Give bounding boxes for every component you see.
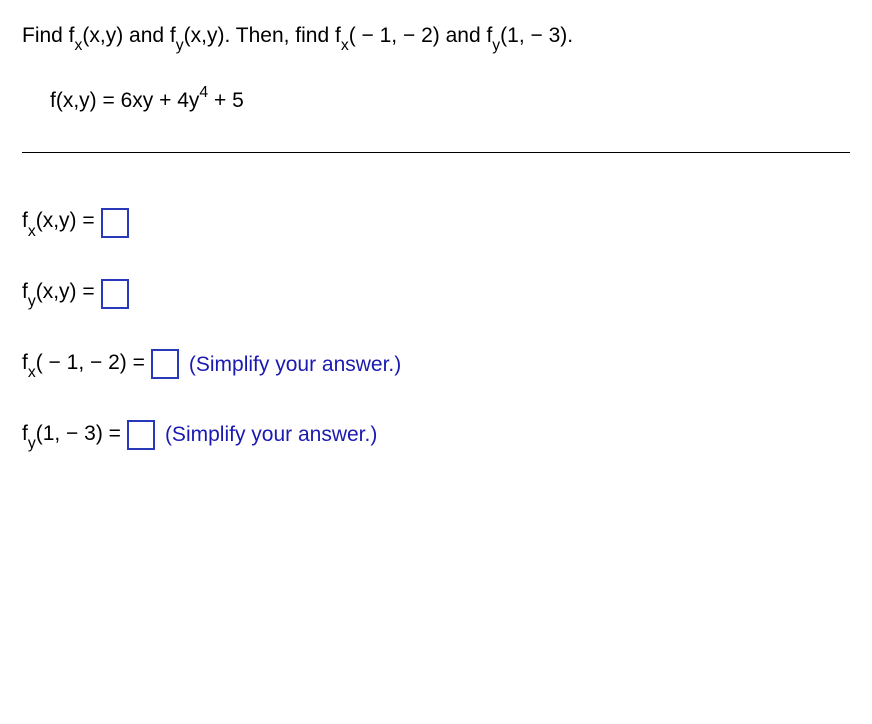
subscript-x: x [341, 37, 349, 54]
subscript: y [28, 435, 36, 452]
args: (x,y) = [36, 280, 95, 303]
equation-lhs: f(x,y) = 6xy + 4y [50, 89, 199, 112]
args: (x,y) = [36, 209, 95, 232]
text: (1, − 3). [500, 24, 573, 47]
answer-input-fx[interactable] [101, 208, 129, 238]
divider [22, 152, 850, 153]
superscript: 4 [199, 84, 208, 101]
text: (x,y) and f [82, 24, 175, 47]
text: ( − 1, − 2) and f [349, 24, 493, 47]
prefix: f [22, 209, 28, 232]
prefix: f [22, 351, 28, 374]
answer-input-fy[interactable] [101, 279, 129, 309]
args: ( − 1, − 2) = [36, 351, 145, 374]
answer-input-fx-point[interactable] [151, 349, 179, 379]
prefix: f [22, 422, 28, 445]
subscript: x [28, 223, 36, 240]
answer-input-fy-point[interactable] [127, 420, 155, 450]
problem-statement: Find fx(x,y) and fy(x,y). Then, find fx(… [22, 20, 850, 55]
args: (1, − 3) = [36, 422, 121, 445]
text: (x,y). Then, find f [184, 24, 341, 47]
subscript-y: y [492, 37, 500, 54]
answer-row-fx-point: fx( − 1, − 2) = (Simplify your answer.) [22, 347, 850, 382]
answer-row-fy-point: fy(1, − 3) = (Simplify your answer.) [22, 418, 850, 453]
equation: f(x,y) = 6xy + 4y4 + 5 [50, 83, 850, 117]
answer-row-fx: fx(x,y) = [22, 205, 850, 240]
subscript-x: x [75, 37, 83, 54]
hint-text: (Simplify your answer.) [189, 349, 401, 381]
prefix: f [22, 280, 28, 303]
subscript-y: y [176, 37, 184, 54]
subscript: x [28, 364, 36, 381]
hint-text: (Simplify your answer.) [165, 419, 377, 451]
equation-rhs: + 5 [208, 89, 244, 112]
answer-row-fy: fy(x,y) = [22, 276, 850, 311]
subscript: y [28, 293, 36, 310]
text: Find f [22, 24, 75, 47]
